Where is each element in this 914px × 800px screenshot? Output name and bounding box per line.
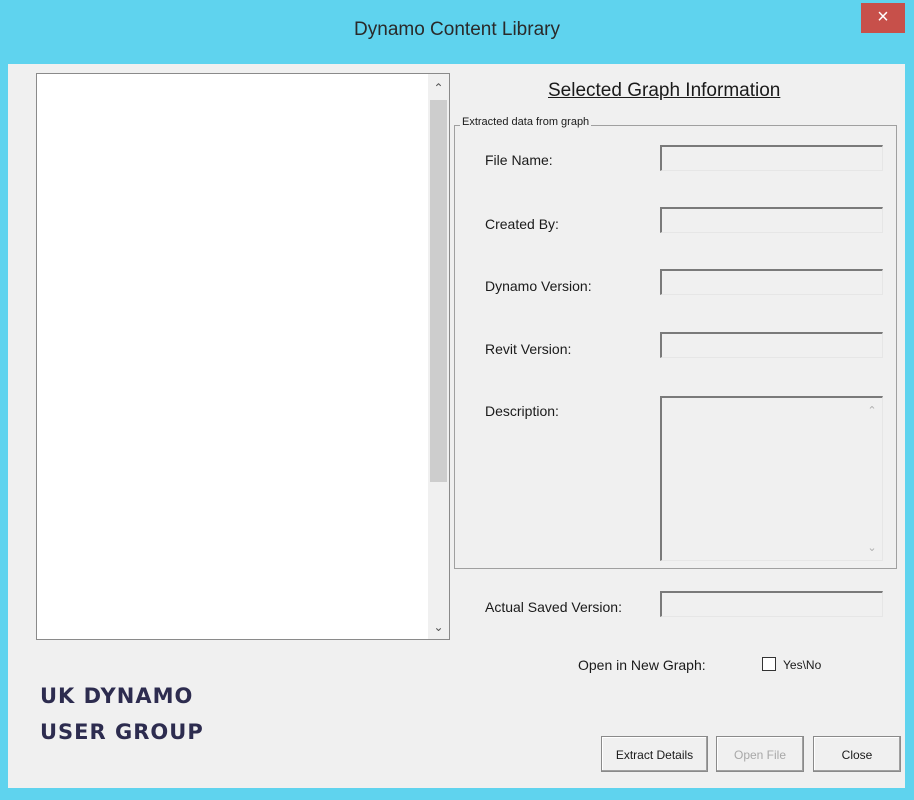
logo-line-1: UK DYNAMO bbox=[40, 684, 194, 708]
dynamo-version-label: Dynamo Version: bbox=[485, 278, 592, 294]
description-scrollbar[interactable]: ⌃ ⌄ bbox=[862, 398, 882, 560]
extract-details-button[interactable]: Extract Details bbox=[601, 736, 708, 772]
description-label: Description: bbox=[485, 403, 559, 419]
close-button[interactable]: Close bbox=[813, 736, 901, 772]
section-heading: Selected Graph Information bbox=[548, 80, 781, 101]
yes-no-label: Yes\No bbox=[783, 658, 822, 672]
revit-version-label: Revit Version: bbox=[485, 341, 572, 357]
actual-saved-version-field[interactable] bbox=[660, 591, 883, 617]
close-window-button[interactable]: × bbox=[861, 3, 905, 33]
group-label: Extracted data from graph bbox=[460, 116, 592, 128]
graph-list[interactable]: ⌃ ⌄ bbox=[36, 73, 450, 640]
scroll-down-button[interactable]: ⌄ bbox=[428, 617, 449, 637]
scroll-thumb[interactable] bbox=[430, 100, 447, 482]
app-window: Dynamo Content Library × ⌃ ⌄ Selected Gr… bbox=[0, 0, 914, 800]
dialog-client-area: ⌃ ⌄ Selected Graph Information Extracted… bbox=[8, 64, 905, 788]
logo-line-2: USER GROUP bbox=[40, 720, 204, 744]
file-name-label: File Name: bbox=[485, 152, 553, 168]
description-textarea[interactable]: ⌃ ⌄ bbox=[660, 396, 883, 561]
actual-saved-version-label: Actual Saved Version: bbox=[485, 599, 622, 615]
window-title: Dynamo Content Library bbox=[354, 19, 560, 40]
file-name-field[interactable] bbox=[660, 145, 883, 171]
chevron-up-icon: ⌃ bbox=[867, 405, 877, 417]
open-file-button[interactable]: Open File bbox=[716, 736, 804, 772]
title-bar: Dynamo Content Library × bbox=[0, 0, 914, 64]
chevron-down-icon: ⌄ bbox=[867, 542, 877, 554]
revit-version-field[interactable] bbox=[660, 332, 883, 358]
dynamo-version-field[interactable] bbox=[660, 269, 883, 295]
open-in-new-graph-checkbox[interactable] bbox=[762, 657, 776, 671]
chevron-up-icon: ⌃ bbox=[433, 81, 444, 95]
close-icon: × bbox=[877, 6, 889, 28]
created-by-field[interactable] bbox=[660, 207, 883, 233]
scroll-up-button[interactable]: ⌃ bbox=[428, 78, 449, 98]
chevron-down-icon: ⌄ bbox=[433, 620, 444, 634]
graph-list-scrollbar[interactable]: ⌃ ⌄ bbox=[428, 74, 449, 639]
created-by-label: Created By: bbox=[485, 216, 559, 232]
open-in-new-graph-label: Open in New Graph: bbox=[578, 657, 706, 673]
